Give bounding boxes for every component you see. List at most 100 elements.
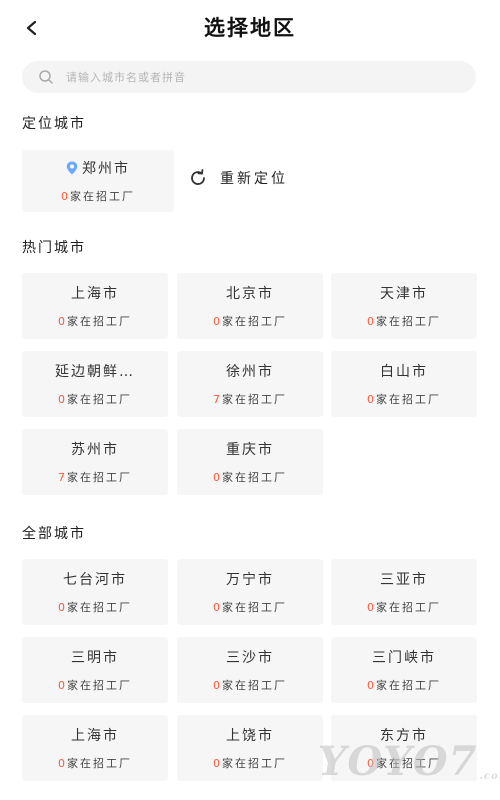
count-number: 0 [213, 315, 222, 328]
count-suffix: 家在招工厂 [67, 679, 132, 692]
count-number: 0 [213, 601, 222, 614]
all-section-title: 全部城市 [22, 526, 86, 542]
city-factory-count: 0家在招工厂 [213, 755, 287, 771]
count-suffix: 家在招工厂 [67, 315, 132, 328]
count-number: 0 [61, 190, 70, 203]
hot-section-title: 热门城市 [22, 240, 86, 256]
current-city: 郑州市 [66, 158, 130, 178]
city-card[interactable]: 三明市 0家在招工厂 [22, 637, 168, 703]
city-factory-count: 0家在招工厂 [58, 599, 132, 615]
count-number: 0 [58, 679, 67, 692]
city-card[interactable]: 白山市 0家在招工厂 [331, 351, 477, 417]
location-section-title: 定位城市 [22, 116, 86, 132]
count-suffix: 家在招工厂 [222, 679, 287, 692]
city-name: 北京市 [226, 286, 274, 302]
count-suffix: 家在招工厂 [376, 315, 441, 328]
count-suffix: 家在招工厂 [376, 679, 441, 692]
city-name: 三门峡市 [372, 650, 436, 666]
city-factory-count: 0家在招工厂 [367, 755, 441, 771]
search-bar[interactable] [22, 61, 476, 93]
count-suffix: 家在招工厂 [67, 757, 132, 770]
count-number: 0 [213, 757, 222, 770]
city-card[interactable]: 上饶市 0家在招工厂 [177, 715, 323, 781]
refresh-icon [191, 169, 205, 185]
count-number: 7 [58, 471, 67, 484]
city-name: 东方市 [380, 728, 428, 744]
city-name: 上饶市 [226, 728, 274, 744]
count-suffix: 家在招工厂 [70, 190, 135, 203]
page: 选择地区 定位城市 郑州市 0家在招工厂 重新定位 热门城市 上海市0家在招工厂 [0, 0, 500, 800]
count-number: 0 [58, 393, 67, 406]
city-name: 苏州市 [71, 442, 119, 458]
current-location-card[interactable]: 郑州市 0家在招工厂 [22, 150, 174, 212]
count-suffix: 家在招工厂 [376, 757, 441, 770]
count-number: 0 [367, 757, 376, 770]
city-card[interactable]: 东方市 0家在招工厂 [331, 715, 477, 781]
search-icon [39, 70, 53, 84]
city-card[interactable]: 天津市 0家在招工厂 [331, 273, 477, 339]
city-card[interactable]: 苏州市 7家在招工厂 [22, 429, 168, 495]
current-city-name: 郑州市 [82, 161, 130, 177]
count-number: 0 [213, 679, 222, 692]
count-suffix: 家在招工厂 [376, 393, 441, 406]
count-suffix: 家在招工厂 [222, 393, 287, 406]
city-factory-count: 0家在招工厂 [367, 677, 441, 693]
count-number: 0 [58, 315, 67, 328]
city-name: 上海市 [71, 286, 119, 302]
city-card[interactable]: 万宁市 0家在招工厂 [177, 559, 323, 625]
city-factory-count: 0家在招工厂 [213, 677, 287, 693]
count-number: 0 [367, 315, 376, 328]
city-factory-count: 0家在招工厂 [367, 599, 441, 615]
count-suffix: 家在招工厂 [67, 393, 132, 406]
current-city-count: 0家在招工厂 [61, 188, 135, 204]
count-suffix: 家在招工厂 [67, 471, 132, 484]
search-input[interactable] [64, 69, 448, 85]
city-name: 徐州市 [226, 364, 274, 380]
city-card[interactable]: 上海市 0家在招工厂 [22, 715, 168, 781]
city-name: 重庆市 [226, 442, 274, 458]
count-suffix: 家在招工厂 [222, 757, 287, 770]
city-factory-count: 0家在招工厂 [367, 313, 441, 329]
city-card[interactable]: 三亚市 0家在招工厂 [331, 559, 477, 625]
relocate-button[interactable]: 重新定位 [188, 168, 288, 188]
count-suffix: 家在招工厂 [222, 315, 287, 328]
city-card[interactable]: 七台河市 0家在招工厂 [22, 559, 168, 625]
city-card[interactable]: 重庆市 0家在招工厂 [177, 429, 323, 495]
location-pin-icon [66, 161, 78, 175]
city-card[interactable]: 延边朝鲜… 0家在招工厂 [22, 351, 168, 417]
count-number: 0 [367, 679, 376, 692]
city-name: 三亚市 [380, 572, 428, 588]
city-name: 三沙市 [226, 650, 274, 666]
city-name: 延边朝鲜… [55, 364, 135, 380]
city-factory-count: 0家在招工厂 [58, 677, 132, 693]
city-factory-count: 0家在招工厂 [213, 469, 287, 485]
count-number: 0 [213, 471, 222, 484]
count-suffix: 家在招工厂 [376, 601, 441, 614]
city-name: 天津市 [380, 286, 428, 302]
city-name: 七台河市 [63, 572, 127, 588]
city-card[interactable]: 徐州市 7家在招工厂 [177, 351, 323, 417]
city-factory-count: 0家在招工厂 [58, 755, 132, 771]
count-number: 0 [58, 601, 67, 614]
city-factory-count: 0家在招工厂 [58, 391, 132, 407]
watermark-suffix: .com [479, 771, 500, 782]
count-number: 7 [213, 393, 222, 406]
city-card[interactable]: 上海市 0家在招工厂 [22, 273, 168, 339]
count-suffix: 家在招工厂 [222, 601, 287, 614]
city-card[interactable]: 北京市 0家在招工厂 [177, 273, 323, 339]
city-card[interactable]: 三沙市 0家在招工厂 [177, 637, 323, 703]
city-card[interactable]: 三门峡市 0家在招工厂 [331, 637, 477, 703]
city-factory-count: 0家在招工厂 [367, 391, 441, 407]
city-factory-count: 0家在招工厂 [213, 599, 287, 615]
count-number: 0 [367, 393, 376, 406]
city-factory-count: 0家在招工厂 [58, 313, 132, 329]
city-factory-count: 7家在招工厂 [213, 391, 287, 407]
city-name: 上海市 [71, 728, 119, 744]
header: 选择地区 [0, 0, 500, 56]
city-name: 万宁市 [226, 572, 274, 588]
relocate-label: 重新定位 [220, 171, 288, 187]
page-title: 选择地区 [204, 16, 296, 40]
count-suffix: 家在招工厂 [222, 471, 287, 484]
count-number: 0 [367, 601, 376, 614]
city-factory-count: 0家在招工厂 [213, 313, 287, 329]
